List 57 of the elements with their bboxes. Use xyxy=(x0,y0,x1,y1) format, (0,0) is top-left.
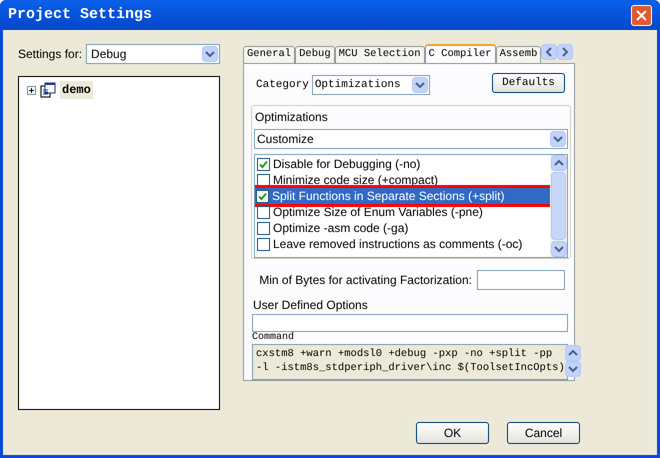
expander-icon[interactable] xyxy=(27,86,36,94)
command-line: -l -istm8s_stdperiph_driver\inc $(ToolsetIncOpts) xyxy=(256,361,565,376)
defaults-button[interactable]: Defaults xyxy=(492,73,565,93)
category-dropdown[interactable]: Optimizations xyxy=(312,75,430,95)
scroll-down-icon[interactable] xyxy=(550,241,566,257)
preset-dropdown[interactable]: Customize xyxy=(254,129,568,149)
settings-for-dropdown[interactable]: Debug xyxy=(86,44,220,64)
dropdown-value: Optimizations xyxy=(314,78,401,93)
user-options-input[interactable] xyxy=(252,314,568,332)
dropdown-value: Customize xyxy=(257,131,314,148)
checkbox[interactable] xyxy=(256,190,269,202)
factorization-label: Min of Bytes for activating Factorization: xyxy=(259,272,472,289)
check-icon xyxy=(258,192,267,200)
close-button[interactable] xyxy=(631,4,652,26)
scrollbar[interactable] xyxy=(550,155,567,257)
tab[interactable]: Assemb xyxy=(496,46,542,63)
tab[interactable]: Debug xyxy=(295,46,335,63)
tab[interactable]: MCU Selection xyxy=(334,46,425,63)
option-label: Disable for Debugging (-no) xyxy=(273,156,420,173)
checkbox[interactable] xyxy=(257,222,270,234)
settings-for-label: Settings for: xyxy=(18,46,82,63)
dropdown-value: Debug xyxy=(91,46,126,63)
scroll-down-icon[interactable] xyxy=(564,361,581,378)
scroll-right-icon[interactable] xyxy=(557,44,574,60)
tree-item[interactable]: demo xyxy=(60,81,93,99)
project-icon xyxy=(40,82,56,98)
option-row[interactable]: Leave removed instructions as comments (-oc) xyxy=(255,236,550,252)
option-label: Optimize Size of Enum Variables (-pne) xyxy=(273,204,483,221)
check-icon xyxy=(259,160,268,168)
checkbox[interactable] xyxy=(257,174,270,186)
close-icon xyxy=(636,10,647,20)
scroll-thumb[interactable] xyxy=(551,172,566,240)
tab[interactable]: C Compiler xyxy=(424,44,496,63)
option-row[interactable]: Optimize Size of Enum Variables (-pne) xyxy=(255,204,550,220)
option-label: Leave removed instructions as comments (-oc) xyxy=(273,236,522,253)
option-row[interactable]: Split Functions in Separate Sections (+split) xyxy=(255,188,550,204)
user-options-label: User Defined Options xyxy=(253,297,369,314)
category-label: Category xyxy=(256,78,309,93)
checkbox[interactable] xyxy=(257,206,270,218)
factorization-input[interactable] xyxy=(477,270,565,290)
option-label: Split Functions in Separate Sections (+split) xyxy=(272,188,504,205)
dialog-button[interactable]: Cancel xyxy=(507,422,580,444)
checkbox[interactable] xyxy=(257,238,270,250)
scroll-up-icon[interactable] xyxy=(550,155,566,171)
scroll-up-icon[interactable] xyxy=(564,345,581,362)
option-label: Optimize -asm code (-ga) xyxy=(273,220,408,237)
optimizations-label: Optimizations xyxy=(255,109,329,126)
window-title: Project Settings xyxy=(8,4,152,25)
option-label: Minimize code size (+compact) xyxy=(273,172,438,189)
dialog-button[interactable]: OK xyxy=(416,422,489,444)
command-line: cxstm8 +warn +modsl0 +debug -pxp -no +split -pp xyxy=(256,347,554,362)
tab[interactable]: General xyxy=(243,46,296,63)
option-row[interactable]: Optimize -asm code (-ga) xyxy=(255,220,550,236)
scroll-left-icon[interactable] xyxy=(541,44,558,60)
option-row[interactable]: Disable for Debugging (-no) xyxy=(255,156,550,172)
checkbox[interactable] xyxy=(257,158,270,170)
command-label: Command xyxy=(252,332,296,344)
